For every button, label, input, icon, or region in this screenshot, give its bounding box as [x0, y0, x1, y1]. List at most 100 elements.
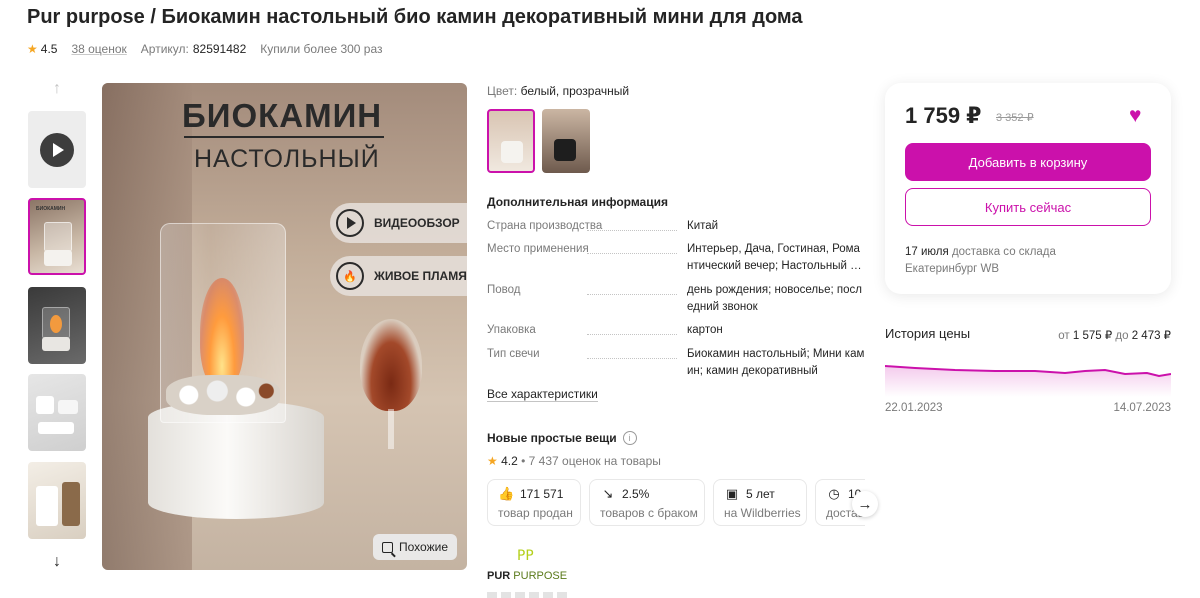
image-subtitle: НАСТОЛЬНЫЙ — [194, 145, 380, 173]
all-characteristics-link[interactable]: Все характеристики — [487, 387, 598, 402]
stat-years: ▣ 5 лет на Wildberries — [713, 479, 807, 526]
thumb-box — [62, 482, 80, 526]
stats-next-button[interactable]: → — [852, 491, 878, 517]
range-from-label: от — [1058, 330, 1070, 342]
thumb-base — [44, 250, 72, 266]
main-product-image[interactable]: БИОКАМИН НАСТОЛЬНЫЙ ВИДЕООБЗОР 🔥 ЖИВОЕ П… — [102, 83, 467, 570]
play-icon — [336, 209, 364, 237]
range-to-label: до — [1115, 330, 1129, 342]
badge-video-label: ВИДЕООБЗОР — [374, 216, 460, 230]
fireplace-stones — [166, 375, 280, 415]
stat-sold: 👍 171 571 товар продан — [487, 479, 581, 526]
spec-leader — [587, 253, 677, 254]
thumb-image-2[interactable] — [28, 287, 86, 364]
color-label: Цвет: — [487, 84, 518, 98]
brand-logo-left: PUR — [487, 570, 511, 582]
brand-logo-right: PURPOSE — [513, 570, 568, 582]
seller-rating-value: 4.2 — [501, 454, 518, 468]
price-history-chart[interactable] — [885, 355, 1171, 397]
thumbs-up-icon: 👍 — [498, 486, 515, 501]
color-value: белый, прозрачный — [520, 84, 630, 98]
badge-flame-label: ЖИВОЕ ПЛАМЯ — [374, 269, 467, 283]
product-rating: 4.5 — [40, 42, 58, 56]
seller-name[interactable]: Новые простые вещи i — [487, 431, 637, 445]
delivery-warehouse: Екатеринбург WB — [905, 263, 1000, 275]
thumb-image-3[interactable] — [28, 374, 86, 451]
spec-leader — [587, 334, 677, 335]
star-icon: ★ — [487, 454, 498, 468]
stat-value: 2.5% — [622, 487, 650, 501]
spec-key: Упаковка — [487, 324, 536, 336]
thumb-part — [36, 396, 54, 414]
old-price: 3 352 ₽ — [996, 112, 1034, 124]
thumb-glass — [44, 222, 72, 252]
play-icon — [40, 132, 74, 167]
current-price: 1 759 ₽ — [905, 103, 982, 128]
variant-base — [501, 141, 523, 163]
spec-leader — [587, 230, 677, 231]
stat-value: 5 лет — [746, 487, 775, 501]
brand-logo-mark: PP — [517, 548, 534, 564]
wine-glass-stem — [388, 409, 394, 449]
heart-icon[interactable]: ♥ — [1129, 105, 1141, 126]
thumb-video[interactable] — [28, 111, 86, 188]
bought-count: Купили более 300 раз — [260, 42, 383, 56]
price-history-range: от 1 575 ₽ до 2 473 ₽ — [1058, 328, 1171, 342]
buy-now-button[interactable]: Купить сейчас — [905, 188, 1151, 226]
similar-label: Похожие — [399, 540, 448, 554]
thumb-image-4[interactable] — [28, 462, 86, 539]
seller-rating-text: • 7 437 оценок на товары — [521, 454, 661, 468]
reviews-link[interactable]: 38 оценок — [71, 42, 126, 56]
spec-key: Страна производства — [487, 220, 603, 232]
spec-value: Китай — [687, 220, 719, 232]
color-variant-white[interactable] — [487, 109, 535, 173]
badge-live-flame: 🔥 ЖИВОЕ ПЛАМЯ — [330, 256, 467, 296]
star-icon: ★ — [27, 42, 38, 56]
spec-value: Интерьер, Дача, Гостиная, Романтический … — [687, 243, 862, 272]
thumb-base — [42, 337, 70, 351]
cut-off-text — [487, 592, 567, 598]
arrow-up-icon[interactable]: ↑ — [48, 80, 66, 98]
spec-leader — [587, 358, 677, 359]
article-label: Артикул: — [140, 42, 189, 56]
add-to-cart-button[interactable]: Добавить в корзину — [905, 143, 1151, 181]
product-title: Pur purpose / Биокамин настольный био ка… — [27, 6, 803, 28]
spec-key: Тип свечи — [487, 348, 540, 360]
image-title-divider — [184, 136, 384, 138]
thumb-part — [58, 400, 78, 414]
wine-glass — [360, 319, 422, 411]
thumb-image-1[interactable]: БИОКАМИН — [28, 198, 86, 275]
stat-defects: ↘ 2.5% товаров с браком — [589, 479, 705, 526]
thumb-flame — [50, 315, 62, 333]
badge-video-review: ВИДЕООБЗОР — [330, 203, 467, 243]
spec-value: Биокамин настольный; Мини камин; камин д… — [687, 348, 865, 377]
stat-label: на Wildberries — [724, 506, 801, 520]
price-history-start-date: 22.01.2023 — [885, 402, 943, 414]
similar-button[interactable]: Похожие — [373, 534, 457, 560]
info-icon[interactable]: i — [622, 431, 637, 445]
specs-title: Дополнительная информация — [487, 195, 668, 209]
thumb-product — [36, 486, 58, 526]
color-variant-black[interactable] — [542, 109, 590, 173]
spec-leader — [587, 294, 677, 295]
price-card: 1 759 ₽ 3 352 ₽ ♥ Добавить в корзину Куп… — [885, 83, 1171, 294]
delivery-date: 17 июля — [905, 246, 949, 258]
spec-value: день рождения; новоселье; последний звон… — [687, 284, 862, 313]
spec-key: Место применения — [487, 243, 589, 255]
delivery-text: доставка со склада — [951, 246, 1056, 258]
thumb-part — [38, 422, 74, 434]
product-meta: ★ 4.5 38 оценок Артикул: 82591482 Купили… — [27, 42, 383, 56]
trend-down-icon: ↘ — [602, 486, 614, 501]
image-title: БИОКАМИН — [182, 97, 383, 134]
store-icon: ▣ — [725, 486, 739, 501]
spec-value: картон — [687, 324, 723, 336]
variant-base — [554, 139, 576, 161]
color-info: Цвет: белый, прозрачный — [487, 84, 629, 98]
price-history-title: История цены — [885, 326, 971, 341]
spec-key: Повод — [487, 284, 521, 296]
seller-rating: ★ 4.2 • 7 437 оценок на товары — [487, 454, 661, 468]
article-number[interactable]: 82591482 — [193, 42, 246, 56]
flame-icon: 🔥 — [336, 262, 364, 290]
arrow-down-icon[interactable]: ↓ — [48, 553, 66, 571]
price-history-end-date: 14.07.2023 — [1113, 402, 1171, 414]
